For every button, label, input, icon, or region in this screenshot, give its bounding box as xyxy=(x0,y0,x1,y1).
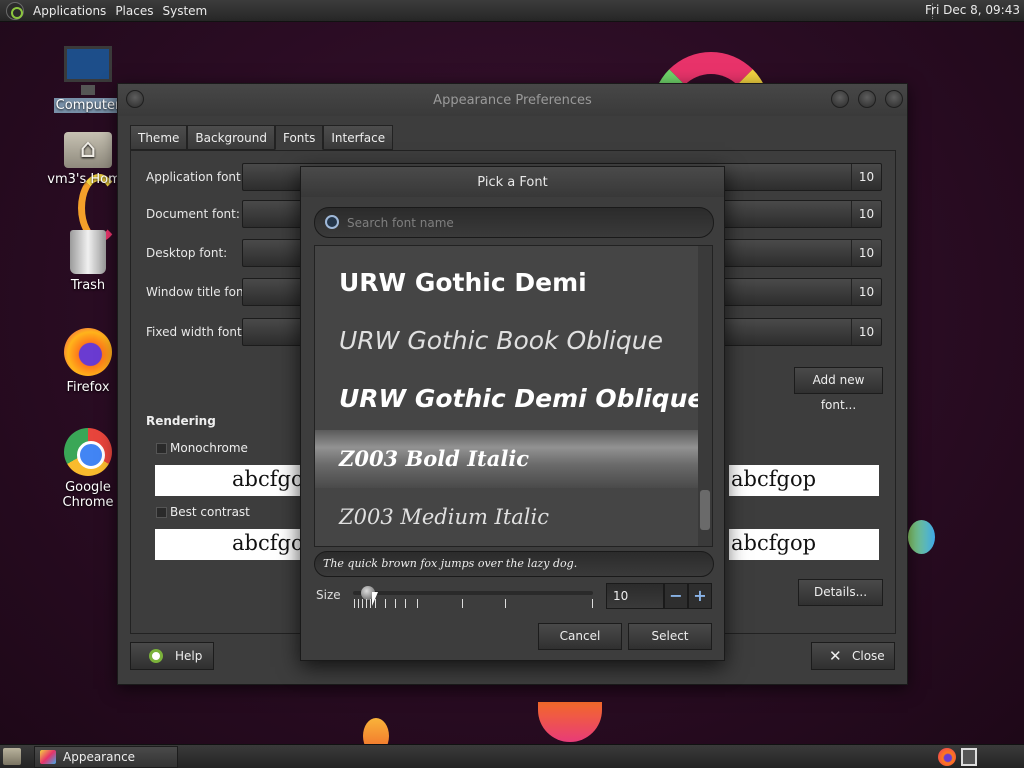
slider-tick xyxy=(358,599,359,608)
details-button[interactable]: Details... xyxy=(798,579,883,606)
select-button[interactable]: Select xyxy=(628,623,712,650)
slider-tick xyxy=(592,599,593,608)
desktop-icon-label: Trash xyxy=(70,278,106,293)
window-titlebar[interactable]: Appearance Preferences xyxy=(118,84,907,116)
taskbar-button-appearance[interactable]: Appearance Prefere... xyxy=(34,746,178,768)
search-input[interactable] xyxy=(347,213,697,233)
menu-applications[interactable]: Applications xyxy=(33,4,106,18)
font-list-item[interactable]: Z003 Medium Italic xyxy=(315,488,699,546)
wallpaper-blob-decoration xyxy=(908,520,935,554)
workspace-switcher-icon[interactable] xyxy=(961,748,977,766)
window-title-font-label: Window title font: xyxy=(146,285,253,299)
window-title: Appearance Preferences xyxy=(433,93,592,108)
monochrome-label: Monochrome xyxy=(170,441,248,455)
best-contrast-radio[interactable] xyxy=(156,507,167,518)
minimize-button[interactable] xyxy=(831,90,849,108)
menu-places[interactable]: Places xyxy=(115,4,153,18)
close-button[interactable]: ✕ Close xyxy=(811,642,895,670)
font-size-value: 10 xyxy=(851,240,881,266)
document-font-label: Document font: xyxy=(146,207,240,221)
size-input[interactable]: 10 xyxy=(606,583,664,609)
font-size-value: 10 xyxy=(851,279,881,305)
slider-tick xyxy=(462,599,463,608)
monochrome-sample-right: abcfgop xyxy=(729,465,879,496)
desktop-icon-label: Computer xyxy=(53,98,123,113)
monochrome-sample-left: abcfgop xyxy=(155,465,305,496)
firefox-tray-icon[interactable] xyxy=(938,748,956,766)
firefox-icon xyxy=(64,328,112,376)
slider-tick xyxy=(362,599,363,608)
desktop-icon-label: Google Chrome xyxy=(62,480,114,510)
slider-tick xyxy=(405,599,406,608)
show-desktop-icon[interactable] xyxy=(3,748,21,765)
slider-tick xyxy=(417,599,418,608)
font-list-item[interactable]: URW Gothic Book Oblique xyxy=(315,312,699,370)
application-font-label: Application font: xyxy=(146,170,245,184)
computer-icon xyxy=(64,46,112,95)
font-size-value: 10 xyxy=(851,201,881,227)
slider-tick xyxy=(395,599,396,608)
font-size-value: 10 xyxy=(851,164,881,190)
wallpaper-blob-decoration xyxy=(538,702,602,742)
bottom-panel: Appearance Prefere... xyxy=(0,744,1024,768)
home-folder-icon xyxy=(64,132,112,168)
rendering-heading: Rendering xyxy=(146,414,216,428)
font-size-value: 10 xyxy=(851,319,881,345)
dialog-title[interactable]: Pick a Font xyxy=(301,167,724,197)
tab-bar: Theme Background Fonts Interface xyxy=(130,125,394,150)
font-list[interactable]: URW Gothic Demi URW Gothic Book Oblique … xyxy=(314,245,713,547)
chrome-icon xyxy=(64,428,112,476)
size-increase-button[interactable]: + xyxy=(688,583,712,609)
fixed-width-font-label: Fixed width font: xyxy=(146,325,246,339)
taskbar-button-label: Appearance Prefere... xyxy=(63,750,136,764)
desktop-font-label: Desktop font: xyxy=(146,246,228,260)
best-contrast-sample-left: abcfgop xyxy=(155,529,305,560)
slider-tick xyxy=(370,599,371,608)
search-icon xyxy=(325,215,339,229)
close-window-button[interactable] xyxy=(885,90,903,108)
font-list-item[interactable]: URW Gothic Demi Oblique xyxy=(315,370,704,428)
best-contrast-label: Best contrast xyxy=(170,505,250,519)
top-panel: Applications Places System Fri Dec 8, 09… xyxy=(0,0,1024,22)
best-contrast-sample-right: abcfgop xyxy=(729,529,879,560)
mouse-pointer-icon xyxy=(372,592,378,606)
clock[interactable]: Fri Dec 8, 09:43 xyxy=(925,3,1020,17)
help-lifebuoy-icon xyxy=(149,649,163,663)
search-box[interactable] xyxy=(314,207,714,238)
monochrome-radio[interactable] xyxy=(156,443,167,454)
close-icon: ✕ xyxy=(829,647,842,665)
slider-tick xyxy=(366,599,367,608)
size-decrease-button[interactable]: − xyxy=(664,583,688,609)
trash-icon xyxy=(70,230,106,274)
tab-interface[interactable]: Interface xyxy=(323,125,394,150)
font-list-item[interactable]: URW Gothic Demi xyxy=(315,254,699,312)
size-slider[interactable] xyxy=(353,586,593,600)
slider-tick xyxy=(354,599,355,608)
slider-tick xyxy=(385,599,386,608)
desktop-icon-label: Firefox xyxy=(66,380,110,395)
main-menu-logo-icon[interactable] xyxy=(6,1,24,20)
add-new-font-button[interactable]: Add new font... xyxy=(794,367,883,412)
wallpaper-blob-decoration xyxy=(363,718,389,744)
font-list-scrollbar[interactable] xyxy=(698,246,712,546)
size-label: Size xyxy=(316,588,341,602)
close-button-label: Close xyxy=(852,649,885,663)
tab-fonts[interactable]: Fonts xyxy=(274,125,324,150)
scrollbar-thumb[interactable] xyxy=(700,490,710,530)
font-list-item-selected[interactable]: Z003 Bold Italic xyxy=(315,430,699,488)
pick-a-font-dialog: Pick a Font URW Gothic Demi URW Gothic B… xyxy=(300,166,725,661)
font-preview[interactable]: The quick brown fox jumps over the lazy … xyxy=(314,551,714,577)
help-button-label: Help xyxy=(175,649,203,663)
appearance-app-icon xyxy=(40,750,56,764)
cancel-button[interactable]: Cancel xyxy=(538,623,622,650)
slider-tick xyxy=(505,599,506,608)
help-button[interactable]: Help xyxy=(130,642,214,670)
maximize-button[interactable] xyxy=(858,90,876,108)
tab-theme[interactable]: Theme xyxy=(130,125,188,150)
menu-system[interactable]: System xyxy=(162,4,207,18)
tab-background[interactable]: Background xyxy=(187,125,275,150)
